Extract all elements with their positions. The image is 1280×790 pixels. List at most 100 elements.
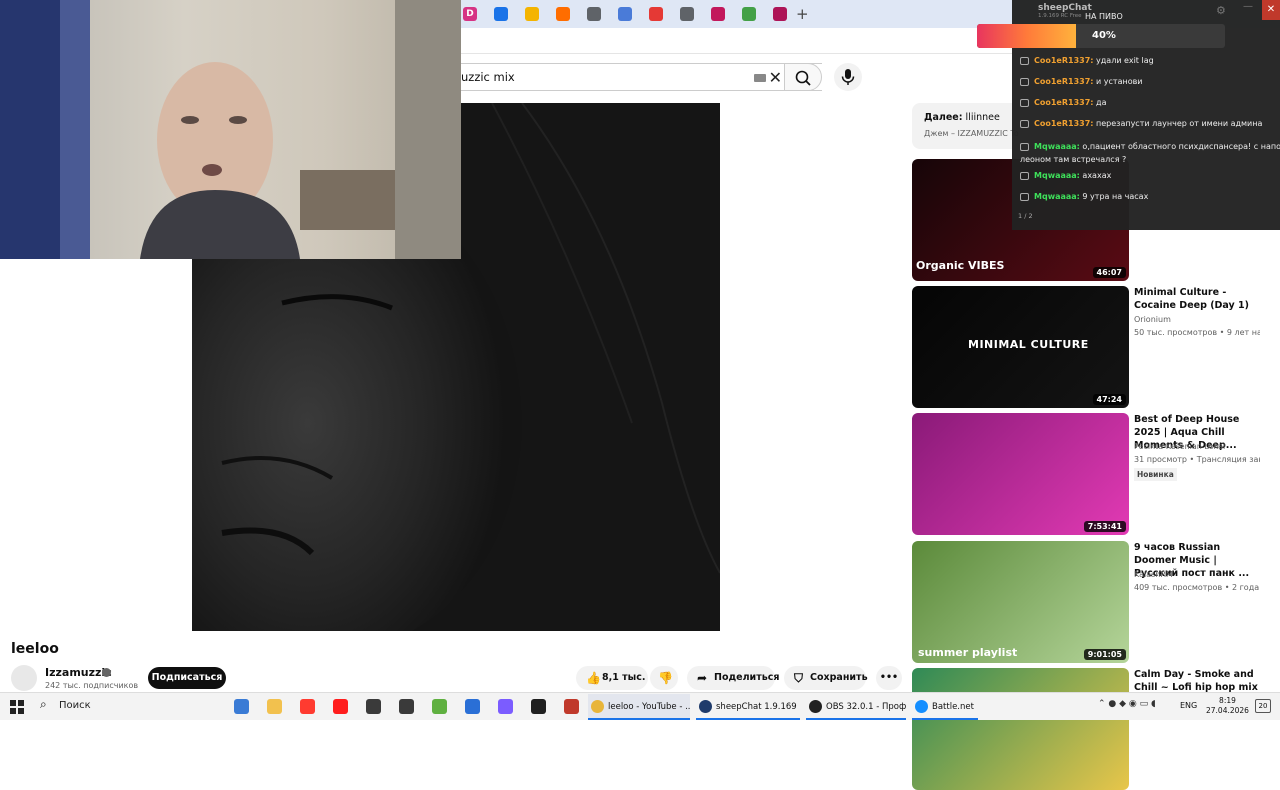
taskbar-pinned-app[interactable]	[366, 699, 381, 714]
taskbar-pinned-app[interactable]	[432, 699, 447, 714]
up-next-subtitle: Джем – IZZAMUZZIC To	[924, 129, 1019, 138]
taskbar-pinned-app[interactable]	[531, 699, 546, 714]
chat-bubble-icon	[1020, 77, 1029, 86]
chat-text: да	[1096, 98, 1107, 107]
recommendation-channel: Pecinta Kesenian Lokal	[1134, 442, 1226, 451]
windows-start-icon[interactable]	[10, 700, 24, 714]
webcam-overlay	[0, 0, 461, 259]
app-icon	[699, 700, 712, 713]
search-button[interactable]	[784, 63, 822, 91]
share-button[interactable]: ➦ Поделиться	[687, 666, 779, 690]
taskbar-window-button[interactable]: Battle.net	[912, 694, 978, 720]
taskbar-pinned-app[interactable]	[333, 699, 348, 714]
chat-username[interactable]: Mqwaaaa:	[1034, 171, 1080, 180]
new-tab-button[interactable]: +	[796, 5, 809, 23]
chat-message: Mqwaaaa: о,пациент областного психдиспан…	[1020, 140, 1280, 166]
dislike-button[interactable]: 👎	[650, 666, 678, 690]
notification-center-button[interactable]: 20	[1255, 699, 1271, 713]
goal-progress-bar: 40%	[977, 24, 1225, 48]
taskbar-pinned-app[interactable]	[300, 699, 315, 714]
channel-avatar[interactable]	[11, 665, 37, 691]
input-language[interactable]: ENG	[1180, 701, 1197, 710]
clock-date: 27.04.2026	[1206, 706, 1249, 715]
system-tray-icons[interactable]: ⌃ ● ◆ ◉ ▭ ◖	[1098, 699, 1156, 709]
chat-username[interactable]: Coo1eR1337:	[1034, 56, 1093, 65]
tab-icon-globe[interactable]	[680, 7, 694, 21]
video-duration: 9:01:05	[1083, 649, 1126, 660]
recommendation-thumbnail[interactable]: summer playlist 9:01:05	[912, 541, 1129, 663]
search-input[interactable]: uzzic mix ✕	[440, 63, 822, 91]
chat-text-continued: леоном там встречался ?	[1020, 155, 1127, 164]
chat-text: о,пациент областного психдиспансера! с н…	[1082, 142, 1280, 151]
search-icon[interactable]: ⌕	[40, 697, 47, 712]
recommendation-thumbnail[interactable]: 7:53:41	[912, 413, 1129, 535]
clock[interactable]: 8:19 27.04.2026	[1206, 696, 1249, 716]
windows-taskbar: ⌕ Поиск leeloo - YouTube - ... sheepChat …	[0, 692, 1280, 720]
chat-username[interactable]: Mqwaaaa:	[1034, 142, 1080, 151]
gear-icon[interactable]: ⚙	[1216, 4, 1226, 17]
recommendation-title[interactable]: Calm Day - Smoke and Chill ~ Lofi hip ho…	[1134, 668, 1260, 694]
taskbar-window-button[interactable]: OBS 32.0.1 - Проф...	[806, 694, 906, 720]
tab-icon-orange[interactable]	[556, 7, 570, 21]
tab-icon-magenta[interactable]	[711, 7, 725, 21]
chat-username[interactable]: Coo1eR1337:	[1034, 119, 1093, 128]
thumbs-down-icon: 👎	[658, 671, 673, 685]
recommendation-thumbnail[interactable]	[912, 668, 1129, 790]
chat-app-title: sheepChat	[1038, 3, 1092, 13]
taskbar-pinned-app[interactable]	[465, 699, 480, 714]
clear-search-icon[interactable]: ✕	[769, 68, 782, 87]
goal-progress-text: 40%	[1092, 30, 1116, 41]
video-duration: 46:07	[1092, 267, 1126, 278]
taskbar-pinned-app[interactable]	[498, 699, 513, 714]
taskbar-window-label: sheepChat 1.9.169 ...	[716, 702, 800, 712]
taskbar-search[interactable]: Поиск	[59, 700, 91, 711]
search-icon	[795, 70, 811, 86]
chat-message: Coo1eR1337: перезапусти лаунчер от имени…	[1020, 119, 1262, 128]
chat-bubble-icon	[1020, 142, 1029, 151]
video-title: leeloo	[11, 641, 59, 657]
tab-icon-blue[interactable]	[494, 7, 508, 21]
tab-icon-red[interactable]	[649, 7, 663, 21]
chat-bubble-icon	[1020, 171, 1029, 180]
tab-icon-purple[interactable]	[773, 7, 787, 21]
recommendation-thumbnail[interactable]: MINIMAL CULTURE 47:24	[912, 286, 1129, 408]
new-badge: Новинка	[1134, 468, 1177, 481]
recommendation-item[interactable]: 7:53:41 Best of Deep House 2025 | Aqua Ch…	[912, 413, 1280, 535]
save-button[interactable]: ⛉ Сохранить	[784, 666, 868, 690]
chat-message: Coo1eR1337: да	[1020, 98, 1106, 107]
tab-icon-d[interactable]: D	[463, 7, 477, 21]
recommendation-item[interactable]: MINIMAL CULTURE 47:24 Minimal Culture - Co…	[912, 286, 1280, 408]
app-icon	[591, 700, 604, 713]
subscribe-button[interactable]: Подписаться	[148, 667, 226, 689]
taskbar-window-button[interactable]: leeloo - YouTube - ...	[588, 694, 690, 720]
taskbar-pinned-app[interactable]	[234, 699, 249, 714]
tab-icon-yellow[interactable]	[525, 7, 539, 21]
taskbar-pinned-app[interactable]	[267, 699, 282, 714]
more-actions-button[interactable]: •••	[876, 666, 902, 690]
minimize-icon[interactable]: —	[1243, 1, 1253, 12]
recommendation-item[interactable]: summer playlist 9:01:05 9 часов Russian Do…	[912, 541, 1280, 663]
chat-bubble-icon	[1020, 98, 1029, 107]
voice-search-button[interactable]	[834, 63, 862, 91]
chat-username[interactable]: Coo1eR1337:	[1034, 77, 1093, 86]
close-icon[interactable]: ✕	[1262, 0, 1280, 20]
keyboard-icon[interactable]	[754, 74, 766, 82]
chat-app-version: 1.9.169 RC Free	[1038, 13, 1082, 19]
taskbar-window-button[interactable]: sheepChat 1.9.169 ...	[696, 694, 800, 720]
taskbar-pinned-app[interactable]	[564, 699, 579, 714]
like-button[interactable]: 👍 8,1 тыс.	[576, 666, 648, 690]
subscriber-count: 242 тыс. подписчиков	[45, 681, 139, 690]
tab-icon-green[interactable]	[742, 7, 756, 21]
recommendation-meta: 50 тыс. просмотров • 9 лет наз...	[1134, 328, 1260, 337]
recommendation-item[interactable]: Calm Day - Smoke and Chill ~ Lofi hip ho…	[912, 668, 1280, 790]
app-icon	[809, 700, 822, 713]
chat-message: Mqwaaaa: ахахах	[1020, 171, 1111, 180]
recommendation-title[interactable]: Minimal Culture - Cocaine Deep (Day 1)	[1134, 286, 1260, 312]
chat-text: 9 утра на часах	[1082, 192, 1149, 201]
tab-icon-gray[interactable]	[587, 7, 601, 21]
chat-username[interactable]: Mqwaaaa:	[1034, 192, 1080, 201]
chat-message: Mqwaaaa: 9 утра на часах	[1020, 192, 1148, 201]
tab-icon-shield[interactable]	[618, 7, 632, 21]
chat-username[interactable]: Coo1eR1337:	[1034, 98, 1093, 107]
taskbar-pinned-app[interactable]	[399, 699, 414, 714]
